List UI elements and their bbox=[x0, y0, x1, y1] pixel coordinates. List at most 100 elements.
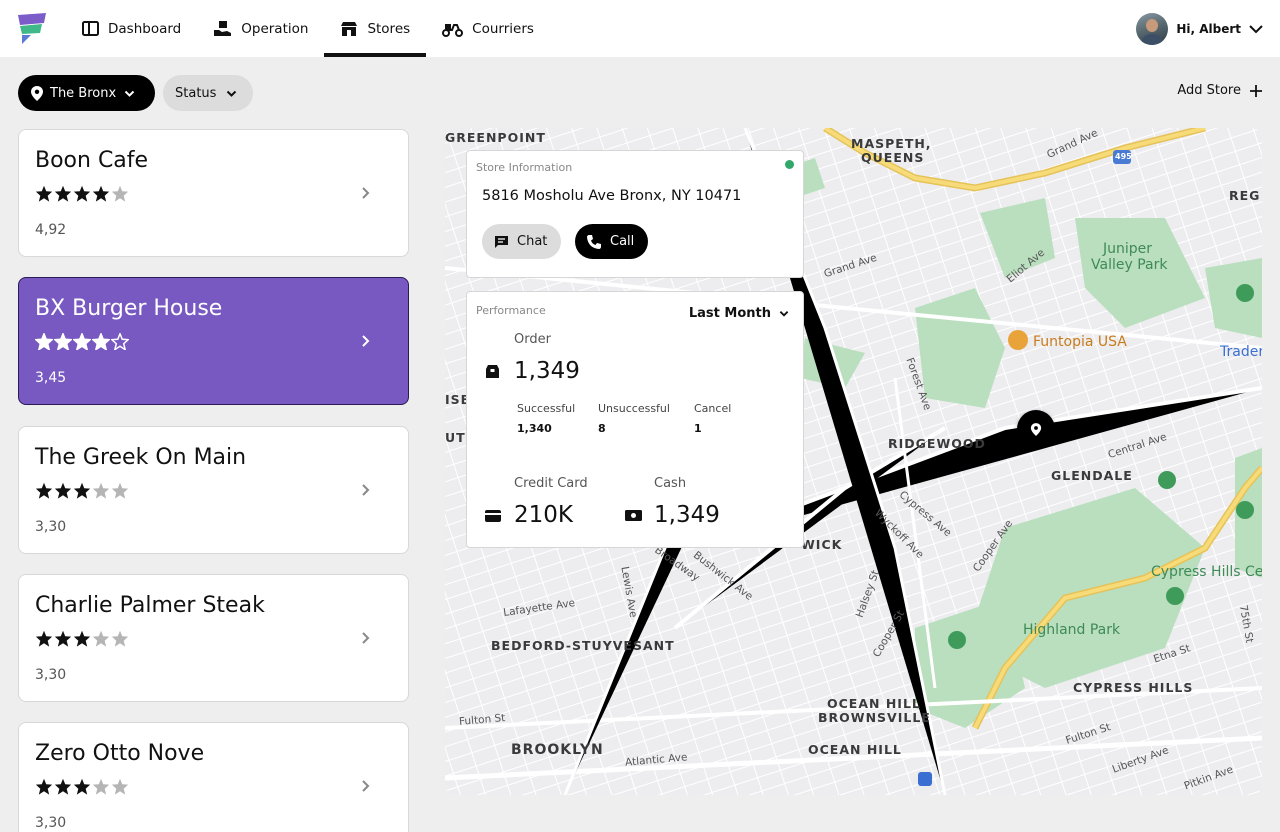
star-rating bbox=[35, 333, 130, 350]
unsuccessful-value: 8 bbox=[598, 422, 606, 435]
chevron-down-icon bbox=[124, 90, 135, 97]
store-rating: 3,45 bbox=[35, 370, 67, 386]
nav-courriers-label: Courriers bbox=[472, 20, 534, 37]
store-card[interactable]: The Greek On Main 3,30 bbox=[18, 426, 409, 554]
chevron-down-icon bbox=[779, 311, 789, 317]
nav-operation[interactable]: Operation bbox=[197, 0, 324, 57]
status-filter[interactable]: Status bbox=[163, 75, 253, 111]
nav-stores-label: Stores bbox=[367, 20, 411, 37]
star-filled-icon bbox=[73, 185, 91, 202]
avatar bbox=[1136, 13, 1169, 45]
star-rating bbox=[35, 185, 130, 202]
star-filled-icon bbox=[54, 482, 72, 499]
chat-button[interactable]: Chat bbox=[482, 224, 561, 259]
credit-card-icon bbox=[485, 510, 501, 522]
period-dropdown[interactable]: Last Month bbox=[689, 306, 789, 321]
store-name: Zero Otto Nove bbox=[35, 741, 205, 766]
nav-stores[interactable]: Stores bbox=[324, 0, 426, 57]
store-name: The Greek On Main bbox=[35, 445, 247, 470]
chevron-down-icon bbox=[1249, 25, 1263, 34]
store-rating: 3,30 bbox=[35, 519, 67, 535]
map-area-label: MASPETH, bbox=[851, 136, 932, 151]
map-park-label: Highland Park bbox=[1023, 622, 1121, 638]
map-park-label: Juniper bbox=[1103, 241, 1153, 257]
nav-dashboard[interactable]: Dashboard bbox=[66, 0, 197, 57]
order-value: 1,349 bbox=[514, 358, 580, 384]
chevron-right-icon bbox=[362, 780, 370, 792]
box-icon bbox=[486, 365, 499, 378]
store-card[interactable]: Boon Cafe 4,92 bbox=[18, 129, 409, 257]
chevron-right-icon bbox=[362, 484, 370, 496]
star-filled-icon bbox=[54, 778, 72, 795]
star-filled-icon bbox=[35, 185, 53, 202]
plus-icon bbox=[1250, 84, 1262, 97]
map-park-label: Cypress Hills Ce bbox=[1151, 564, 1262, 580]
status-filter-label: Status bbox=[175, 85, 217, 101]
star-filled-icon bbox=[35, 630, 53, 647]
nav-courriers[interactable]: Courriers bbox=[426, 0, 550, 57]
location-filter[interactable]: The Bronx bbox=[18, 75, 155, 111]
star-empty-icon bbox=[92, 630, 110, 647]
star-filled-icon bbox=[35, 333, 53, 350]
location-pin-icon bbox=[1030, 422, 1042, 436]
chevron-right-icon bbox=[362, 632, 370, 644]
user-greeting: Hi, Albert bbox=[1176, 22, 1241, 36]
star-filled-icon bbox=[35, 778, 53, 795]
map-area-label: WICK bbox=[801, 537, 843, 552]
user-menu[interactable]: Hi, Albert bbox=[1136, 13, 1264, 45]
star-filled-icon bbox=[92, 333, 110, 350]
store-card[interactable]: Zero Otto Nove 3,30 bbox=[18, 722, 409, 832]
map-area-label: REG bbox=[1229, 188, 1261, 203]
main-nav: Dashboard Operation Stores Courriers bbox=[66, 0, 550, 57]
store-rating: 3,30 bbox=[35, 667, 67, 683]
add-store-button[interactable]: Add Store bbox=[1177, 83, 1263, 98]
nav-operation-label: Operation bbox=[241, 20, 309, 37]
map-area-label: GLENDALE bbox=[1051, 468, 1133, 483]
store-name: Charlie Palmer Steak bbox=[35, 593, 265, 618]
star-empty-icon bbox=[111, 630, 129, 647]
star-empty-icon bbox=[111, 333, 129, 350]
cancel-label: Cancel bbox=[694, 402, 732, 415]
status-indicator bbox=[785, 160, 794, 169]
map-area-label: QUEENS bbox=[861, 150, 925, 165]
call-button[interactable]: Call bbox=[575, 224, 648, 259]
top-navbar: Dashboard Operation Stores Courriers Hi,… bbox=[0, 0, 1280, 57]
store-map-pin[interactable] bbox=[1017, 410, 1055, 448]
cancel-value: 1 bbox=[694, 422, 702, 435]
star-filled-icon bbox=[73, 482, 91, 499]
chat-icon bbox=[495, 235, 508, 248]
store-name: Boon Cafe bbox=[35, 148, 149, 173]
star-rating bbox=[35, 482, 130, 499]
star-rating bbox=[35, 778, 130, 795]
operation-icon bbox=[214, 21, 232, 36]
map-area-label: BROWNSVILLE bbox=[818, 710, 931, 725]
dashboard-icon bbox=[82, 21, 99, 36]
store-name: BX Burger House bbox=[35, 296, 223, 321]
cash-value: 1,349 bbox=[654, 502, 720, 528]
star-empty-icon bbox=[111, 185, 129, 202]
call-button-label: Call bbox=[610, 234, 635, 249]
star-filled-icon bbox=[73, 630, 91, 647]
add-store-label: Add Store bbox=[1177, 83, 1241, 98]
store-card[interactable]: Charlie Palmer Steak 3,30 bbox=[18, 574, 409, 702]
star-filled-icon bbox=[54, 333, 72, 350]
panel-title: Performance bbox=[476, 304, 546, 317]
app-logo[interactable] bbox=[17, 13, 47, 45]
map-area-label: OCEAN HILL bbox=[808, 742, 902, 757]
period-dropdown-label: Last Month bbox=[688, 306, 771, 321]
phone-icon bbox=[587, 234, 601, 249]
location-pin-icon bbox=[31, 85, 43, 101]
unsuccessful-label: Unsuccessful bbox=[598, 402, 670, 415]
store-rating: 4,92 bbox=[35, 222, 67, 238]
store-icon bbox=[341, 21, 358, 36]
order-label: Order bbox=[514, 332, 551, 347]
store-rating: 3,30 bbox=[35, 815, 67, 831]
star-empty-icon bbox=[111, 778, 129, 795]
nav-dashboard-label: Dashboard bbox=[108, 20, 182, 37]
star-filled-icon bbox=[35, 482, 53, 499]
credit-card-value: 210K bbox=[514, 502, 573, 528]
store-card[interactable]: BX Burger House 3,45 bbox=[18, 277, 409, 405]
star-filled-icon bbox=[92, 185, 110, 202]
star-empty-icon bbox=[92, 778, 110, 795]
chevron-down-icon bbox=[227, 90, 237, 97]
